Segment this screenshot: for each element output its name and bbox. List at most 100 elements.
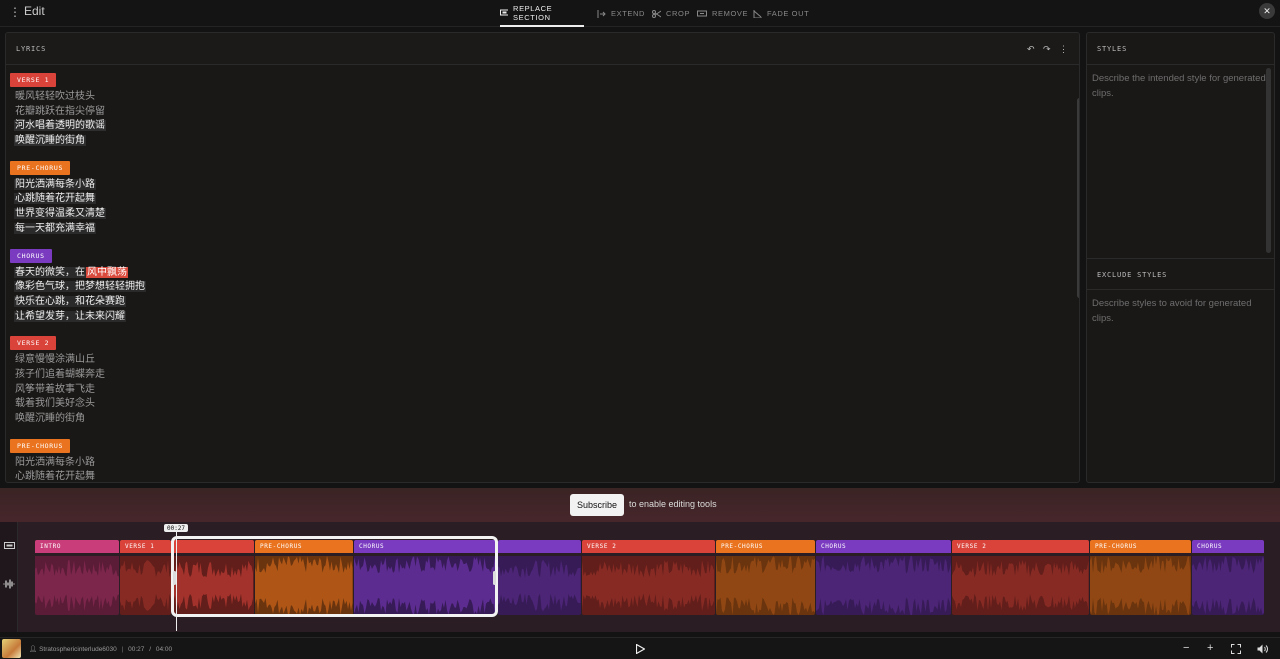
divider: |: [121, 646, 124, 653]
waveform-block[interactable]: [716, 556, 815, 615]
lyric-line[interactable]: 花瓣跳跃在指尖停留: [10, 105, 1065, 120]
section-block-label[interactable]: PRE-CHORUS: [1090, 540, 1191, 553]
volume-icon[interactable]: [1257, 644, 1268, 654]
waveform: [120, 560, 171, 611]
lyric-line[interactable]: 心跳随着花开起舞: [10, 192, 1065, 207]
lyrics-section: VERSE 2 绿意慢慢涂满山丘 孩子们追着蝴蝶奔走 风筝带着故事飞走 载着我们…: [10, 332, 1065, 426]
exclude-styles-header: EXCLUDE STYLES: [1087, 258, 1274, 290]
waveform-block[interactable]: [498, 556, 581, 615]
redo-icon[interactable]: ↷: [1043, 44, 1051, 55]
remove-icon: [697, 10, 707, 17]
lyric-line[interactable]: 暖风轻轻吹过枝头: [10, 90, 1065, 105]
lyric-line[interactable]: 阳光洒满每条小路: [10, 178, 1065, 193]
lyrics-scrollbar[interactable]: [1077, 98, 1079, 298]
tab-label: REMOVE: [712, 9, 749, 18]
section-tag: PRE-CHORUS: [10, 160, 71, 175]
waveform-block[interactable]: [1192, 556, 1264, 615]
tab-replace-section[interactable]: REPLACE SECTION: [500, 0, 584, 27]
replace-section-icon: [500, 9, 509, 16]
tab-remove[interactable]: REMOVE: [697, 0, 748, 27]
waveform: [582, 559, 714, 612]
tab-label: EXTEND: [611, 9, 646, 18]
subscribe-note: to enable editing tools: [629, 499, 717, 509]
close-icon[interactable]: ✕: [1259, 3, 1275, 19]
waveform-block[interactable]: [120, 556, 171, 615]
waveform-block[interactable]: [1090, 556, 1191, 615]
section-block-label[interactable]: VERSE 2: [952, 540, 1089, 553]
waveform: [35, 559, 119, 612]
lyric-line[interactable]: 世界变得温柔又清楚: [10, 207, 1065, 222]
section-block-label[interactable]: INTRO: [35, 540, 119, 553]
lyric-line[interactable]: 心跳随着花开起舞: [10, 470, 1065, 482]
lyric-line[interactable]: 让希望发芽，让未来闪耀: [10, 310, 1065, 325]
song-cover[interactable]: [2, 639, 21, 658]
time-separator: /: [149, 646, 152, 653]
menu-dots-icon[interactable]: ⋮: [9, 5, 21, 19]
section-tag: VERSE 1: [10, 73, 57, 87]
lyric-line[interactable]: 载着我们美好念头: [10, 397, 1065, 412]
username[interactable]: Stratosphericinterlude6030: [39, 646, 117, 653]
lyric-line[interactable]: 唤醒沉睡的街角: [10, 134, 1065, 149]
lyric-line[interactable]: 孩子们追着蝴蝶奔走: [10, 368, 1065, 383]
section-block-label[interactable]: VERSE 2: [582, 540, 715, 553]
lyrics-header: LYRICS ↶ ↷ ⋮: [6, 33, 1079, 65]
styles-panel: STYLES Describe the intended style for g…: [1086, 32, 1275, 483]
styles-input[interactable]: Describe the intended style for generate…: [1092, 71, 1270, 101]
styles-scrollbar[interactable]: [1266, 68, 1271, 253]
waveform-block[interactable]: [35, 556, 119, 615]
lyric-line[interactable]: 每一天都充满幸福: [10, 222, 1065, 237]
exclude-styles-title: EXCLUDE STYLES: [1097, 271, 1168, 279]
current-time: 00:27: [128, 646, 145, 653]
section-block-label[interactable]: VERSE 1: [120, 540, 171, 553]
lyric-line[interactable]: 春天的微笑，在 风中飘荡: [10, 266, 1065, 281]
play-icon[interactable]: [636, 644, 645, 654]
player-info: 👤︎ Stratosphericinterlude6030 | 00:27 / …: [29, 645, 172, 653]
tab-label: FADE OUT: [767, 9, 810, 18]
fade-out-icon: [753, 9, 762, 18]
section-tag: PRE-CHORUS: [10, 438, 71, 453]
section-block-label[interactable]: PRE-CHORUS: [716, 540, 815, 553]
zoom-in-icon[interactable]: +: [1207, 642, 1213, 654]
lyrics-section: VERSE 1 暖风轻轻吹过枝头 花瓣跳跃在指尖停留 河水唱着透明的歌谣 唤醒沉…: [10, 69, 1065, 149]
styles-title: STYLES: [1097, 45, 1128, 53]
playhead[interactable]: [176, 530, 177, 631]
lyrics-editor[interactable]: VERSE 1 暖风轻轻吹过枝头 花瓣跳跃在指尖停留 河水唱着透明的歌谣 唤醒沉…: [10, 69, 1065, 482]
waveform: [1192, 556, 1264, 615]
subscribe-banner: Subscribe to enable editing tools: [0, 488, 1280, 522]
tab-extend[interactable]: EXTEND: [597, 0, 645, 27]
page-title: Edit: [24, 4, 45, 18]
exclude-styles-input[interactable]: Describe styles to avoid for generated c…: [1092, 296, 1270, 326]
replace-selection[interactable]: [171, 536, 498, 617]
top-bar: ⋮ Edit REPLACE SECTION EXTEND CROP REMOV…: [0, 0, 1280, 27]
styles-header: STYLES: [1087, 33, 1274, 65]
tab-fade-out[interactable]: FADE OUT: [753, 0, 809, 27]
player-bar: 👤︎ Stratosphericinterlude6030 | 00:27 / …: [0, 637, 1280, 659]
tab-label: CROP: [666, 9, 691, 18]
tab-crop[interactable]: CROP: [652, 0, 690, 27]
waveform-track-icon[interactable]: [3, 579, 15, 589]
lyric-line[interactable]: 绿意慢慢涂满山丘: [10, 353, 1065, 368]
lyrics-section: CHORUS 春天的微笑，在 风中飘荡 像彩色气球，把梦想轻轻拥抱 快乐在心跳，和…: [10, 245, 1065, 325]
waveform: [1090, 556, 1191, 615]
section-block-label[interactable]: CHORUS: [1192, 540, 1264, 553]
lyric-line[interactable]: 河水唱着透明的歌谣: [10, 119, 1065, 134]
section-block-label[interactable]: [498, 540, 581, 553]
lyric-line[interactable]: 快乐在心跳，和花朵赛跑: [10, 295, 1065, 310]
selection-handle-right[interactable]: [493, 571, 496, 585]
waveform-block[interactable]: [582, 556, 715, 615]
section-block-label[interactable]: CHORUS: [816, 540, 951, 553]
lyric-line[interactable]: 阳光洒满每条小路: [10, 456, 1065, 471]
subscribe-button[interactable]: Subscribe: [570, 494, 624, 516]
sections-track-icon[interactable]: [4, 542, 15, 549]
more-options-icon[interactable]: ⋮: [1059, 44, 1068, 55]
playhead-time: 00:27: [164, 524, 188, 532]
fullscreen-icon[interactable]: [1231, 644, 1241, 654]
undo-icon[interactable]: ↶: [1027, 44, 1035, 55]
waveform-block[interactable]: [952, 556, 1089, 615]
lyrics-title: LYRICS: [16, 45, 47, 53]
zoom-out-icon[interactable]: −: [1183, 642, 1189, 654]
lyric-line[interactable]: 唤醒沉睡的街角: [10, 412, 1065, 427]
lyric-line[interactable]: 像彩色气球，把梦想轻轻拥抱: [10, 280, 1065, 295]
lyric-line[interactable]: 风筝带着故事飞走: [10, 383, 1065, 398]
waveform-block[interactable]: [816, 556, 951, 615]
